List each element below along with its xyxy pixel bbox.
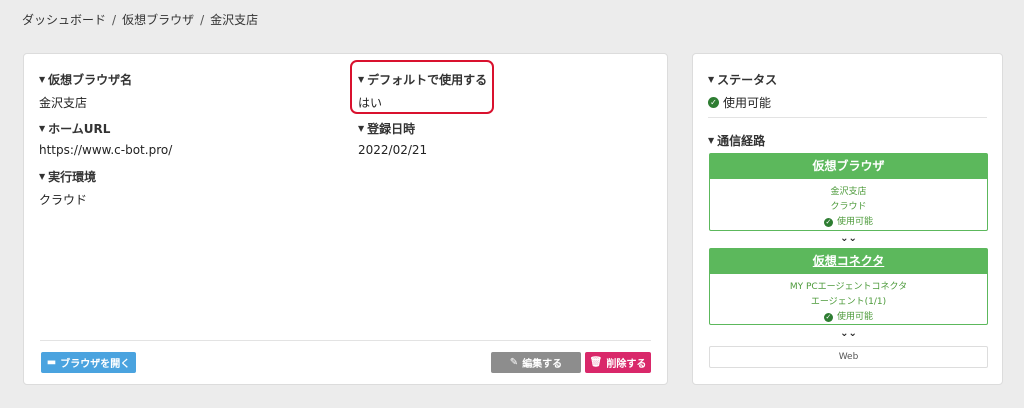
field-home-url: ▼ ホームURL https://www.c-bot.pro/ [39, 120, 172, 157]
side-panel: ▼ ステータス ✓ 使用可能 ▼ 通信経路 仮想ブラウザ 金沢支店 クラウド ✓ 使… [692, 53, 1003, 385]
route-browser-card: 仮想ブラウザ 金沢支店 クラウド ✓ 使用可能 [709, 153, 988, 231]
field-default-use: ▼ デフォルトで使用する はい [358, 71, 487, 111]
route-browser-title: 仮想ブラウザ [710, 154, 987, 179]
breadcrumb-separator: / [112, 12, 117, 27]
field-value: 金沢支店 [39, 96, 88, 110]
field-browser-name: ▼ 仮想ブラウザ名 金沢支店 [39, 71, 132, 111]
field-value: 2022/02/21 [358, 143, 428, 157]
breadcrumb-dashboard[interactable]: ダッシュボード [22, 11, 106, 28]
field-label: デフォルトで使用する [367, 73, 488, 87]
route-connector-title-link[interactable]: 仮想コネクタ [813, 254, 885, 268]
field-runtime-env: ▼ 実行環境 クラウド [39, 168, 96, 208]
open-browser-button[interactable]: ▬ ブラウザを開く [41, 352, 136, 373]
double-chevron-down-icon: ⌄⌄ [840, 233, 857, 244]
edit-icon: ✎ [509, 357, 519, 368]
route-connector-name: MY PCエージェントコネクタ [789, 282, 908, 292]
caret-down-icon: ▼ [708, 136, 715, 145]
double-chevron-down-icon: ⌄⌄ [840, 328, 857, 339]
caret-down-icon: ▼ [39, 172, 46, 181]
route-browser-name: 金沢支店 [830, 187, 867, 197]
caret-down-icon: ▼ [39, 124, 46, 133]
field-value: クラウド [39, 193, 88, 207]
window-icon: ▬ [46, 357, 57, 368]
caret-down-icon: ▼ [358, 124, 365, 133]
field-value: https://www.c-bot.pro/ [39, 143, 173, 157]
status-value: ✓ 使用可能 [708, 94, 777, 111]
check-circle-icon: ✓ [823, 218, 833, 227]
field-label: 実行環境 [48, 170, 97, 184]
caret-down-icon: ▼ [39, 75, 46, 84]
field-registered-date: ▼ 登録日時 2022/02/21 [358, 120, 427, 157]
trash-icon: 🗑 [589, 357, 603, 368]
route-connector-card: 仮想コネクタ MY PCエージェントコネクタ エージェント(1/1) ✓ 使用可… [709, 248, 988, 325]
field-value: はい [358, 96, 383, 110]
route-browser-status: ✓ 使用可能 [823, 217, 873, 227]
edit-button[interactable]: ✎ 編集する [491, 352, 581, 373]
caret-down-icon: ▼ [708, 75, 715, 84]
breadcrumb-current: 金沢支店 [210, 13, 259, 27]
route-browser-env: クラウド [830, 202, 867, 212]
divider [708, 117, 987, 118]
check-circle-icon: ✓ [823, 313, 833, 322]
field-status: ▼ ステータス ✓ 使用可能 [708, 71, 777, 111]
route-connector-status: ✓ 使用可能 [823, 312, 873, 322]
breadcrumb-separator: / [200, 12, 205, 27]
field-label: 通信経路 [717, 134, 766, 148]
caret-down-icon: ▼ [358, 75, 365, 84]
breadcrumb-virtual-browser[interactable]: 仮想ブラウザ [122, 11, 194, 28]
check-circle-icon: ✓ [708, 97, 719, 108]
delete-button[interactable]: 🗑 削除する [585, 352, 651, 373]
field-label: ステータス [717, 73, 778, 87]
route-heading: ▼ 通信経路 [708, 132, 765, 149]
route-web-box: Web [709, 346, 988, 368]
route-connector-agent: エージェント(1/1) [810, 297, 887, 307]
detail-panel: ▼ 仮想ブラウザ名 金沢支店 ▼ デフォルトで使用する はい ▼ ホームURL htt… [23, 53, 668, 385]
field-label: ホームURL [48, 122, 111, 136]
divider [40, 340, 651, 341]
field-label: 仮想ブラウザ名 [48, 73, 133, 87]
field-label: 登録日時 [367, 122, 416, 136]
breadcrumb: ダッシュボード / 仮想ブラウザ / 金沢支店 [22, 11, 258, 28]
